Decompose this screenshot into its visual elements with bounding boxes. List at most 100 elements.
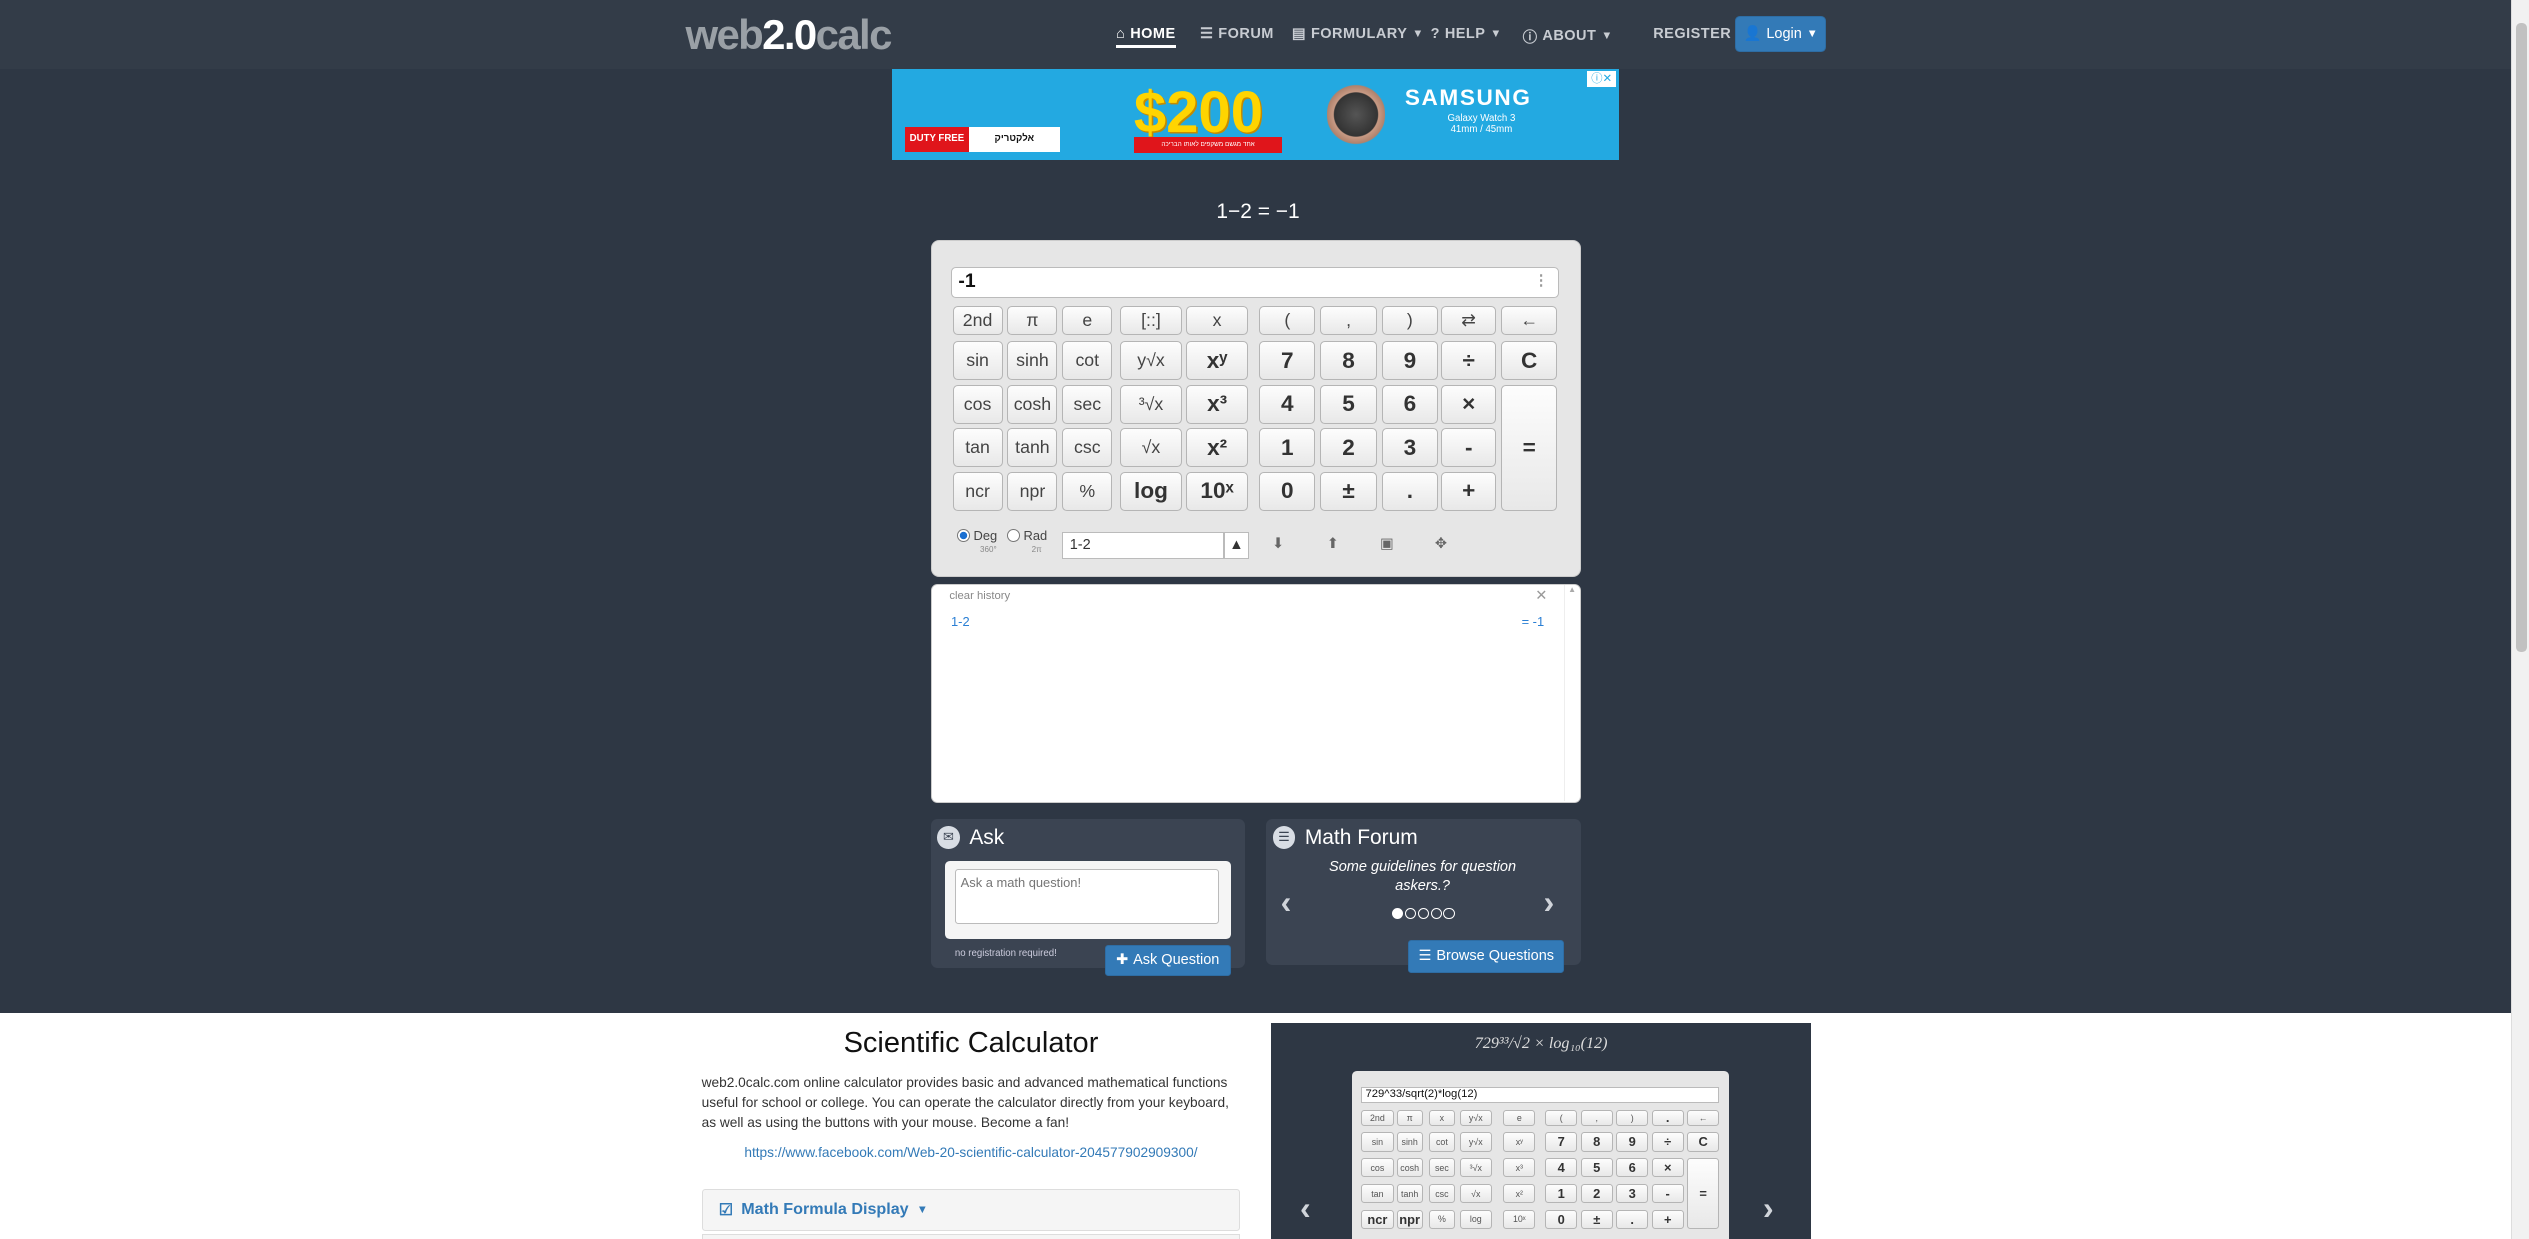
history-input[interactable]: 1-2 bbox=[1062, 531, 1224, 560]
key-x2[interactable]: x² bbox=[1186, 428, 1248, 468]
key-sinh[interactable]: sinh bbox=[1007, 341, 1058, 380]
chevron-left-icon[interactable]: ‹ bbox=[1281, 884, 1292, 921]
key-n5[interactable]: 5 bbox=[1320, 384, 1377, 424]
nav-formulary[interactable]: ▤ FORMULARY ▼ bbox=[1292, 26, 1424, 42]
key-x[interactable]: x bbox=[1186, 305, 1248, 335]
key-cos[interactable]: cos bbox=[952, 384, 1003, 424]
preview-key: x³ bbox=[1503, 1158, 1536, 1178]
key-swap[interactable]: ⇄ bbox=[1441, 305, 1497, 335]
key-cosh[interactable]: cosh bbox=[1007, 384, 1058, 424]
nav-register[interactable]: REGISTER bbox=[1653, 26, 1731, 42]
key-xy[interactable]: xʸ bbox=[1186, 341, 1248, 380]
key-cot[interactable]: cot bbox=[1062, 341, 1113, 380]
page-scrollbar[interactable] bbox=[2511, 0, 2529, 1239]
key-pi[interactable]: π bbox=[1007, 305, 1058, 335]
display-value: -1 bbox=[958, 270, 976, 293]
accordion-next[interactable] bbox=[701, 1233, 1241, 1239]
login-button[interactable]: 👤 Login ▼ bbox=[1735, 16, 1826, 52]
calculator-display[interactable]: -1 ⋮ bbox=[950, 267, 1560, 298]
key-back[interactable]: ← bbox=[1500, 305, 1558, 335]
key-csc[interactable]: csc bbox=[1062, 428, 1113, 468]
key-mat[interactable]: [::] bbox=[1120, 305, 1182, 335]
key-dot[interactable]: . bbox=[1381, 471, 1439, 511]
key-n2[interactable]: 2 bbox=[1320, 428, 1377, 468]
key-x3[interactable]: x³ bbox=[1186, 384, 1248, 424]
site-logo[interactable]: web2.0calc bbox=[685, 11, 892, 59]
key-pm[interactable]: ± bbox=[1320, 471, 1377, 511]
key-yroot[interactable]: y√x bbox=[1120, 341, 1182, 380]
carousel-dot[interactable] bbox=[1430, 908, 1442, 920]
menu-dots-icon[interactable]: ⋮ bbox=[1534, 268, 1549, 295]
key-n0[interactable]: 0 bbox=[1259, 471, 1316, 511]
upload-icon[interactable]: ⬆ bbox=[1327, 536, 1339, 552]
carousel-dot[interactable] bbox=[1391, 908, 1404, 920]
forum-slide-text[interactable]: Some guidelines for question askers.? bbox=[1323, 858, 1523, 897]
key-comma[interactable]: , bbox=[1320, 305, 1377, 335]
key-ncr[interactable]: ncr bbox=[952, 471, 1003, 511]
history-scrollbar[interactable]: ▲ bbox=[1563, 584, 1580, 801]
nav-help[interactable]: ? HELP ▼ bbox=[1431, 26, 1502, 42]
accordion-label: Math Formula Display bbox=[741, 1200, 909, 1219]
ask-question-button[interactable]: ✚ Ask Question bbox=[1104, 945, 1231, 976]
key-eq[interactable]: = bbox=[1500, 384, 1558, 511]
preview-key: 2 bbox=[1580, 1183, 1613, 1204]
browse-questions-button[interactable]: ☰ Browse Questions bbox=[1408, 940, 1565, 973]
preview-key: x² bbox=[1503, 1183, 1536, 1204]
key-n1[interactable]: 1 bbox=[1259, 428, 1316, 468]
history-entry-expression[interactable]: 1-2 bbox=[951, 614, 970, 629]
key-n9[interactable]: 9 bbox=[1381, 341, 1439, 380]
ask-input[interactable] bbox=[954, 869, 1220, 925]
history-up-button[interactable]: ▲ bbox=[1223, 531, 1250, 560]
key-k2nd[interactable]: 2nd bbox=[952, 305, 1003, 335]
key-sec[interactable]: sec bbox=[1062, 384, 1113, 424]
key-rp[interactable]: ) bbox=[1381, 305, 1439, 335]
key-log[interactable]: log bbox=[1120, 471, 1182, 511]
key-n8[interactable]: 8 bbox=[1320, 341, 1377, 380]
nav-forum[interactable]: ☰ FORUM bbox=[1200, 26, 1274, 42]
chevron-left-icon[interactable]: ‹ bbox=[1300, 1190, 1311, 1227]
key-sin[interactable]: sin bbox=[952, 341, 1003, 380]
math-formula-display-accordion[interactable]: ☑ Math Formula Display ▼ bbox=[701, 1188, 1241, 1231]
key-n4[interactable]: 4 bbox=[1259, 384, 1316, 424]
key-sub[interactable]: - bbox=[1441, 428, 1497, 468]
deg-radio[interactable]: Deg bbox=[957, 528, 997, 543]
scrollbar-thumb[interactable] bbox=[2515, 22, 2527, 652]
carousel-dot[interactable] bbox=[1404, 908, 1417, 920]
key-div[interactable]: ÷ bbox=[1441, 341, 1497, 380]
move-icon[interactable]: ✥ bbox=[1435, 536, 1447, 552]
book-icon: ▤ bbox=[1291, 25, 1307, 42]
key-cbrt[interactable]: ³√x bbox=[1120, 384, 1182, 424]
download-icon[interactable]: ⬇ bbox=[1272, 536, 1284, 552]
nav-home[interactable]: ⌂ HOME bbox=[1116, 26, 1176, 49]
key-tan[interactable]: tan bbox=[952, 428, 1003, 468]
key-n7[interactable]: 7 bbox=[1259, 341, 1316, 380]
close-icon[interactable]: ✕ bbox=[1535, 588, 1547, 604]
key-n3[interactable]: 3 bbox=[1381, 428, 1439, 468]
save-icon[interactable]: ▣ bbox=[1380, 536, 1394, 552]
history-entry-value[interactable]: = -1 bbox=[1522, 614, 1545, 629]
chevron-right-icon[interactable]: › bbox=[1544, 884, 1555, 921]
clear-history-link[interactable]: clear history bbox=[949, 590, 1010, 602]
carousel-dot[interactable] bbox=[1417, 908, 1429, 920]
chevron-down-icon: ▼ bbox=[1806, 27, 1818, 40]
key-n6[interactable]: 6 bbox=[1381, 384, 1439, 424]
key-tanh[interactable]: tanh bbox=[1007, 428, 1058, 468]
login-label: Login bbox=[1766, 25, 1802, 42]
key-e[interactable]: e bbox=[1062, 305, 1113, 335]
facebook-link[interactable]: https://www.facebook.com/Web-20-scientif… bbox=[702, 1145, 1241, 1160]
key-sqrt[interactable]: √x bbox=[1120, 428, 1182, 468]
nav-help-label: HELP bbox=[1444, 25, 1486, 42]
key-add[interactable]: + bbox=[1441, 471, 1497, 511]
ad-close-icon[interactable]: ⓘ✕ bbox=[1587, 70, 1617, 88]
carousel-dot[interactable] bbox=[1443, 908, 1455, 920]
key-mul[interactable]: × bbox=[1441, 384, 1497, 424]
nav-about[interactable]: ⓘ ABOUT ▼ bbox=[1523, 26, 1613, 47]
key-npr[interactable]: npr bbox=[1007, 471, 1058, 511]
advertisement-banner[interactable]: DUTY FREE אלקטריק $200 אחד מגשם משקפים לא… bbox=[891, 69, 1620, 160]
key-lp[interactable]: ( bbox=[1259, 305, 1316, 335]
key-tenx[interactable]: 10ˣ bbox=[1186, 471, 1248, 511]
rad-radio[interactable]: Rad bbox=[1007, 528, 1047, 543]
key-pct[interactable]: % bbox=[1062, 471, 1113, 511]
chevron-right-icon[interactable]: › bbox=[1763, 1190, 1774, 1227]
key-clear[interactable]: C bbox=[1500, 341, 1558, 380]
